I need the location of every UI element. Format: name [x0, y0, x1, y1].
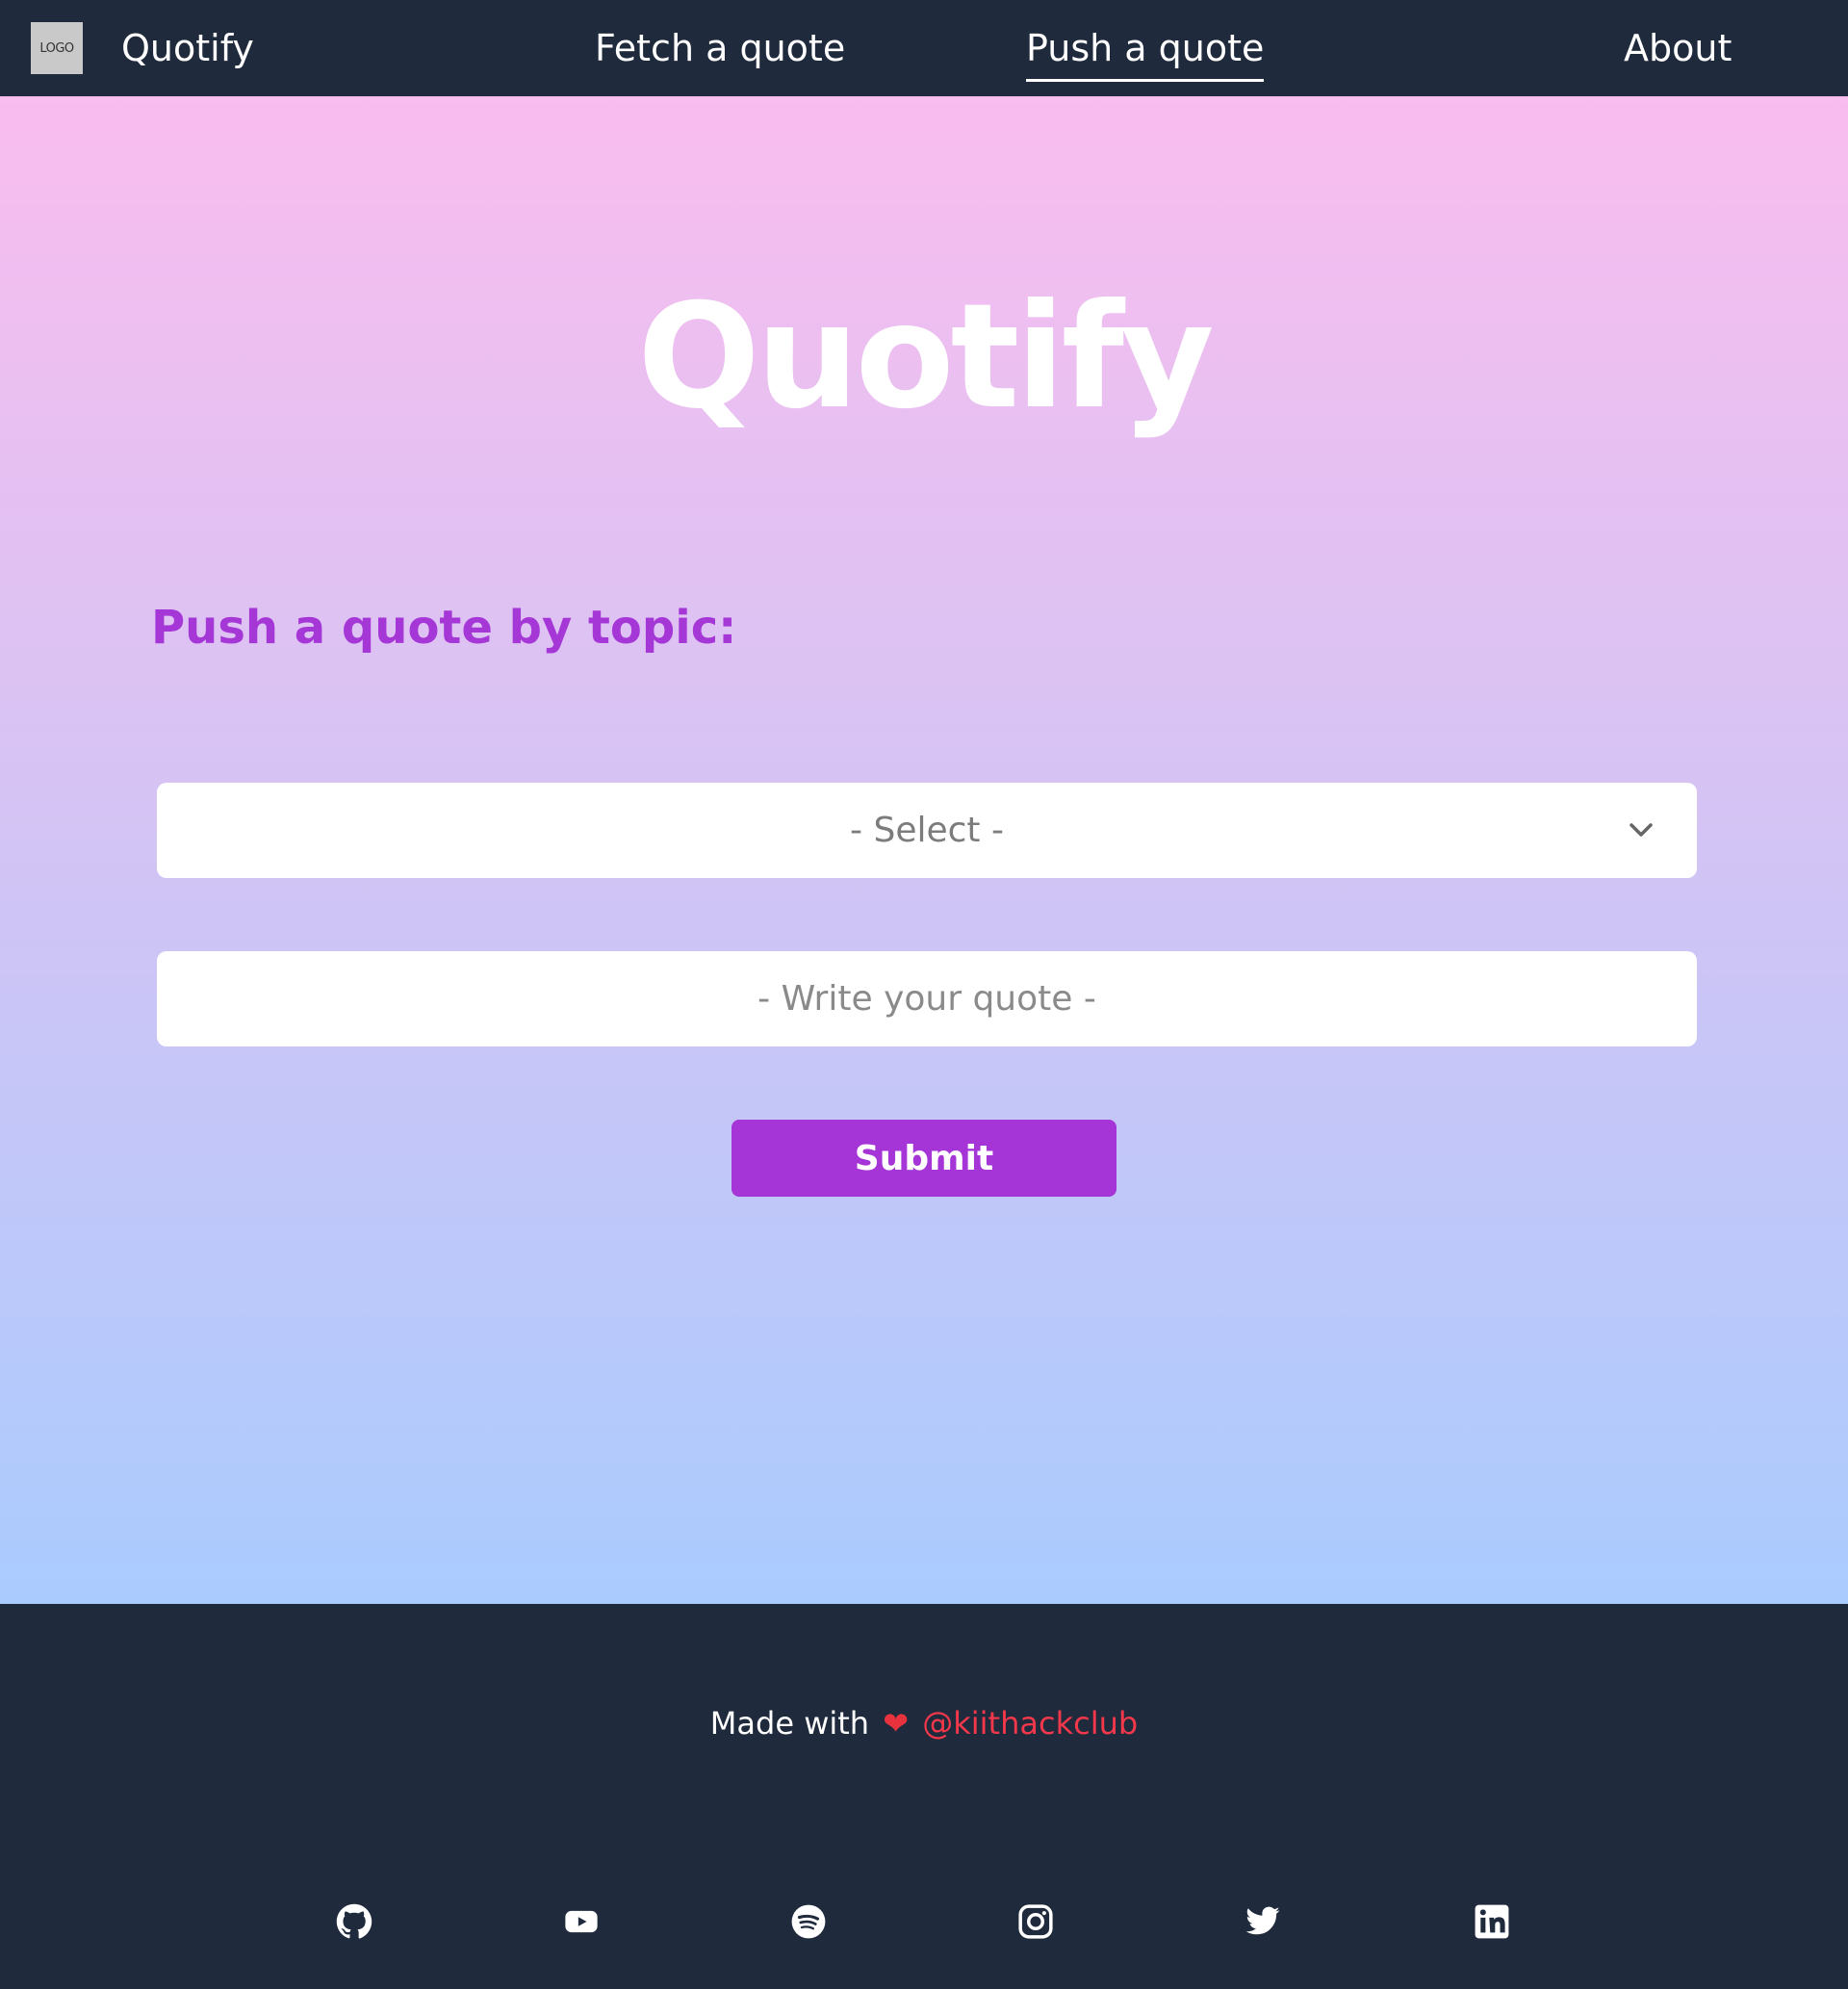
linkedin-icon [1475, 1904, 1509, 1939]
chevron-down-icon [1630, 823, 1653, 837]
spotify-link[interactable] [789, 1902, 828, 1941]
footer: Made with ❤ @kiithackclub [0, 1604, 1848, 1989]
brand-name[interactable]: Quotify [121, 23, 254, 73]
logo[interactable]: LOGO [31, 22, 83, 74]
youtube-icon [565, 1910, 598, 1933]
instagram-icon [1018, 1904, 1053, 1939]
twitter-link[interactable] [1244, 1902, 1282, 1941]
nav-link-about[interactable]: About [1624, 23, 1732, 73]
submit-button[interactable]: Submit [732, 1120, 1116, 1197]
hackclub-handle-link[interactable]: @kiithackclub [922, 1705, 1138, 1742]
quote-input[interactable] [157, 951, 1697, 1046]
twitter-icon [1245, 1906, 1280, 1935]
navbar: LOGO Quotify Fetch a quote Push a quote … [0, 0, 1848, 96]
heart-icon: ❤ [883, 1705, 910, 1742]
topic-select[interactable]: - Select - [157, 783, 1697, 878]
topic-select-value: - Select - [850, 811, 1004, 850]
main-content: Quotify Push a quote by topic: - Select … [0, 96, 1848, 1604]
hero-title: Quotify [637, 273, 1215, 441]
nav-link-fetch-a-quote[interactable]: Fetch a quote [595, 23, 845, 73]
section-heading: Push a quote by topic: [151, 601, 737, 655]
instagram-link[interactable] [1016, 1902, 1055, 1941]
github-link[interactable] [335, 1902, 373, 1941]
linkedin-link[interactable] [1473, 1902, 1511, 1941]
made-with-text: Made with [709, 1705, 870, 1742]
nav-link-push-a-quote[interactable]: Push a quote [1026, 23, 1265, 82]
made-with-credit: Made with ❤ @kiithackclub [0, 1700, 1848, 1746]
youtube-link[interactable] [562, 1902, 601, 1941]
spotify-icon [791, 1904, 826, 1939]
github-icon [336, 1903, 372, 1939]
